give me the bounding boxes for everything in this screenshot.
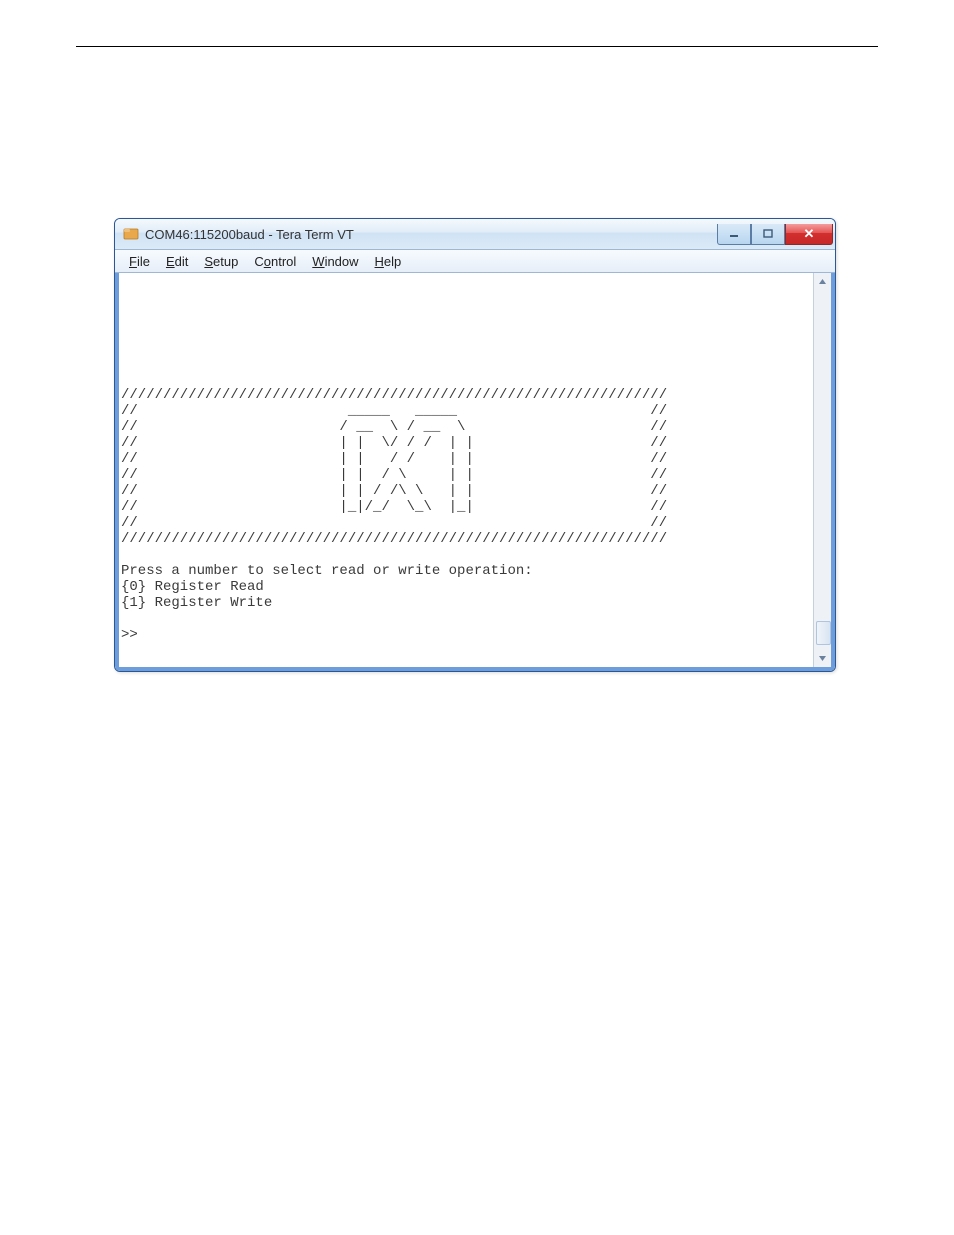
scroll-thumb[interactable] — [816, 621, 831, 645]
vertical-scrollbar[interactable] — [813, 273, 831, 667]
menu-help[interactable]: Help — [367, 254, 410, 269]
terminal-output[interactable]: ////////////////////////////////////////… — [119, 273, 813, 667]
minimize-button[interactable] — [717, 224, 751, 245]
menubar: File Edit Setup Control Window Help — [115, 250, 835, 273]
window-controls: ✕ — [717, 224, 833, 245]
app-icon — [123, 226, 139, 242]
window-title: COM46:115200baud - Tera Term VT — [145, 227, 717, 242]
scroll-down-button[interactable] — [814, 650, 831, 667]
page-divider — [76, 46, 878, 47]
menu-edit[interactable]: Edit — [158, 254, 196, 269]
menu-control[interactable]: Control — [246, 254, 304, 269]
menu-setup[interactable]: Setup — [196, 254, 246, 269]
maximize-button[interactable] — [751, 224, 785, 245]
menu-window[interactable]: Window — [304, 254, 366, 269]
titlebar[interactable]: COM46:115200baud - Tera Term VT ✕ — [115, 219, 835, 250]
menu-file[interactable]: File — [121, 254, 158, 269]
terminal-window: COM46:115200baud - Tera Term VT ✕ File E… — [114, 218, 836, 672]
client-area: ////////////////////////////////////////… — [115, 273, 835, 671]
close-button[interactable]: ✕ — [785, 224, 833, 245]
scroll-up-button[interactable] — [814, 273, 831, 290]
